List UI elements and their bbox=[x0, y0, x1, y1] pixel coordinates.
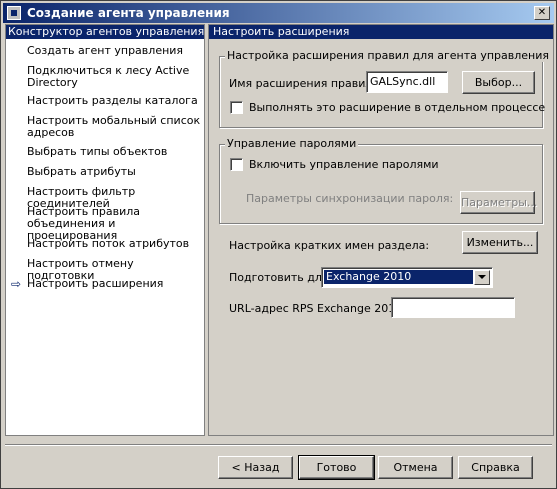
rps-url-label: URL-адрес RPS Exchange 2010: bbox=[229, 302, 406, 315]
browse-button[interactable]: Выбор... bbox=[462, 71, 535, 94]
wizard-step-item[interactable]: Настроить расширения bbox=[27, 278, 202, 290]
wizard-steps-pane: Конструктор агентов управления Создать а… bbox=[5, 24, 205, 436]
app-icon bbox=[7, 6, 21, 20]
provision-for-select[interactable]: Exchange 2010 bbox=[321, 267, 493, 288]
content-pane: Настроить расширения Настройка расширени… bbox=[208, 24, 554, 436]
window-title: Создание агента управления bbox=[27, 6, 230, 20]
current-step-arrow-icon: ⇨ bbox=[11, 277, 22, 291]
chevron-down-icon[interactable] bbox=[474, 270, 490, 285]
extension-name-field[interactable]: GALSync.dll bbox=[366, 71, 448, 93]
password-params-button[interactable]: Параметры... bbox=[460, 191, 537, 214]
footer-separator bbox=[5, 444, 552, 446]
enable-password-management-label: Включить управление паролями bbox=[249, 158, 439, 171]
wizard-step-item[interactable]: Выбрать типы объектов bbox=[27, 146, 202, 158]
close-icon[interactable]: ✕ bbox=[534, 6, 550, 20]
wizard-step-item[interactable]: Подключиться к лесу Active Directory bbox=[27, 65, 202, 89]
enable-password-management-checkbox[interactable] bbox=[230, 158, 243, 171]
wizard-step-item[interactable]: Настроить поток атрибутов bbox=[27, 238, 202, 250]
rps-url-field[interactable] bbox=[391, 297, 515, 318]
short-names-label: Настройка кратких имен раздела: bbox=[229, 239, 430, 252]
change-button[interactable]: Изменить... bbox=[462, 231, 538, 254]
cancel-button[interactable]: Отмена bbox=[378, 456, 453, 479]
finish-button[interactable]: Готово bbox=[298, 455, 375, 480]
wizard-step-item[interactable]: Настроить мобальный список адресов bbox=[27, 115, 202, 139]
title-bar: Создание агента управления ✕ bbox=[3, 3, 554, 23]
content-header: Настроить расширения bbox=[209, 25, 553, 39]
wizard-step-item[interactable]: Выбрать атрибуты bbox=[27, 166, 202, 178]
separate-process-label: Выполнять это расширение в отдельном про… bbox=[249, 101, 546, 114]
dialog-window: Создание агента управления ✕ Конструктор… bbox=[0, 0, 557, 489]
steps-header: Конструктор агентов управления bbox=[6, 25, 204, 39]
wizard-step-item[interactable]: Создать агент управления bbox=[27, 45, 202, 57]
password-management-group-title: Управление паролями bbox=[225, 137, 359, 150]
wizard-step-item[interactable]: Настроить разделы каталога bbox=[27, 95, 202, 107]
back-button[interactable]: < Назад bbox=[218, 456, 293, 479]
provision-for-label: Подготовить для: bbox=[229, 271, 333, 284]
separate-process-checkbox[interactable] bbox=[230, 101, 243, 114]
help-button[interactable]: Справка bbox=[458, 456, 533, 479]
extension-name-label: Имя расширения правил: bbox=[229, 77, 377, 90]
password-sync-label: Параметры синхронизации пароля: bbox=[246, 192, 454, 205]
provision-for-value: Exchange 2010 bbox=[324, 270, 473, 284]
rules-extension-group-title: Настройка расширения правил для агента у… bbox=[225, 49, 552, 62]
